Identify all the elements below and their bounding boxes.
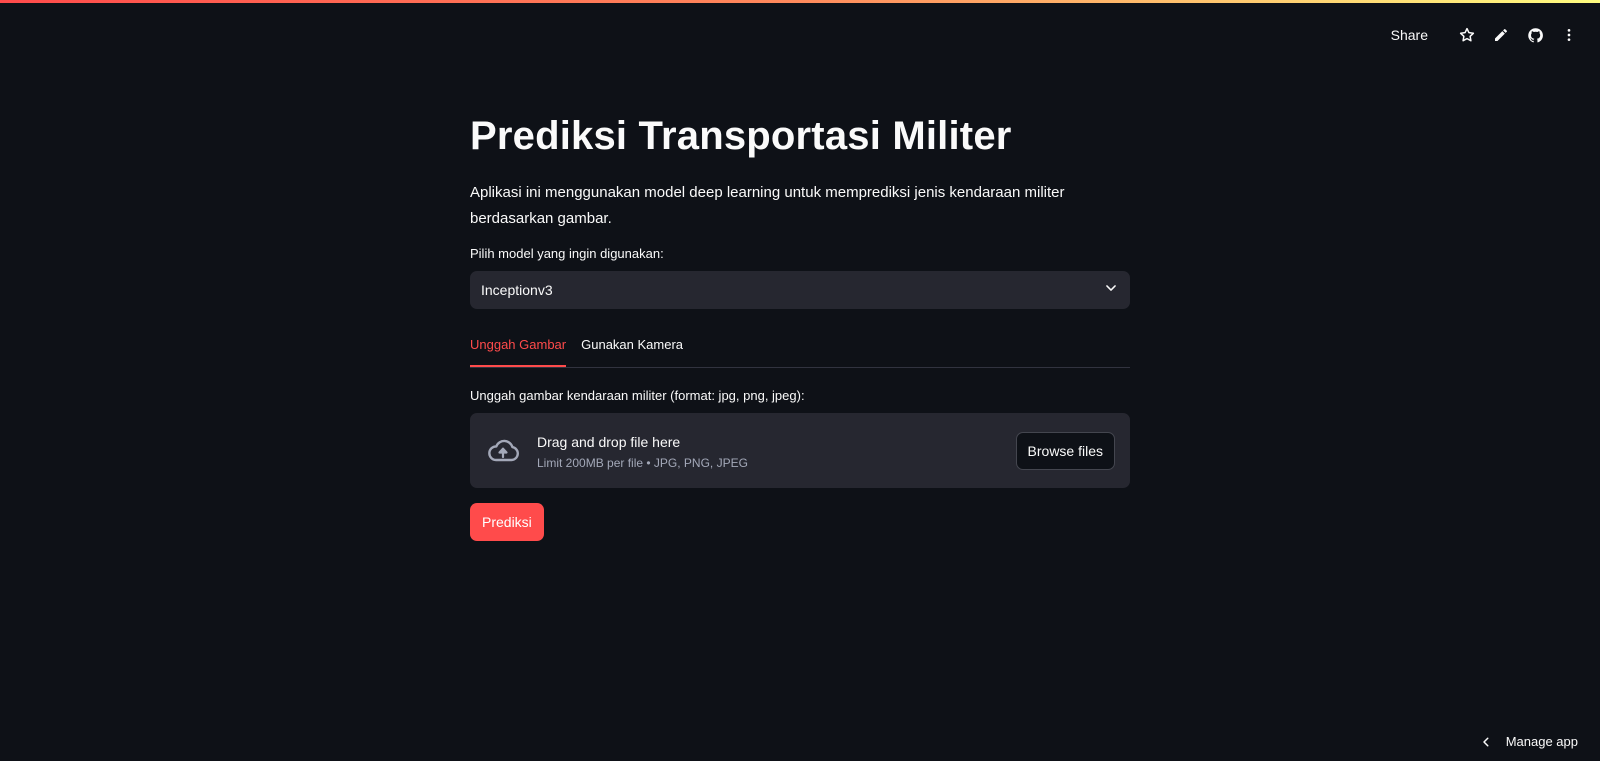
github-icon[interactable] [1522,22,1548,48]
tab-gunakan-kamera[interactable]: Gunakan Kamera [581,329,683,367]
dropzone-title: Drag and drop file here [537,433,681,450]
predict-button[interactable]: Prediksi [470,503,544,541]
app-toolbar: Share [1391,22,1582,48]
model-select-value: Inceptionv3 [481,282,553,298]
uploader-label: Unggah gambar kendaraan militer (format:… [470,388,805,403]
file-dropzone[interactable]: Drag and drop file here Limit 200MB per … [470,413,1130,488]
top-decoration-bar [0,0,1600,3]
share-button[interactable]: Share [1391,27,1428,43]
pencil-icon[interactable] [1488,22,1514,48]
model-select-label: Pilih model yang ingin digunakan: [470,246,664,261]
dropzone-text: Drag and drop file here Limit 200MB per … [537,432,1016,470]
tab-unggah-gambar[interactable]: Unggah Gambar [470,329,567,367]
main-content: Prediksi Transportasi Militer Aplikasi i… [470,110,1130,541]
more-vertical-icon[interactable] [1556,22,1582,48]
page-title: Prediksi Transportasi Militer [470,114,1012,158]
star-icon[interactable] [1454,22,1480,48]
chevron-left-icon [1480,736,1492,748]
cloud-upload-icon [485,433,521,469]
tab-bar: Unggah Gambar Gunakan Kamera [470,329,1130,368]
manage-app-label: Manage app [1505,734,1578,749]
model-select[interactable]: Inceptionv3 [470,271,1130,309]
dropzone-limit-text: Limit 200MB per file • JPG, PNG, JPEG [537,455,748,470]
chevron-down-icon [1104,281,1118,300]
browse-files-button[interactable]: Browse files [1015,431,1115,470]
page-description: Aplikasi ini menggunakan model deep lear… [470,184,1065,227]
manage-app-button[interactable]: Manage app [1480,734,1578,749]
